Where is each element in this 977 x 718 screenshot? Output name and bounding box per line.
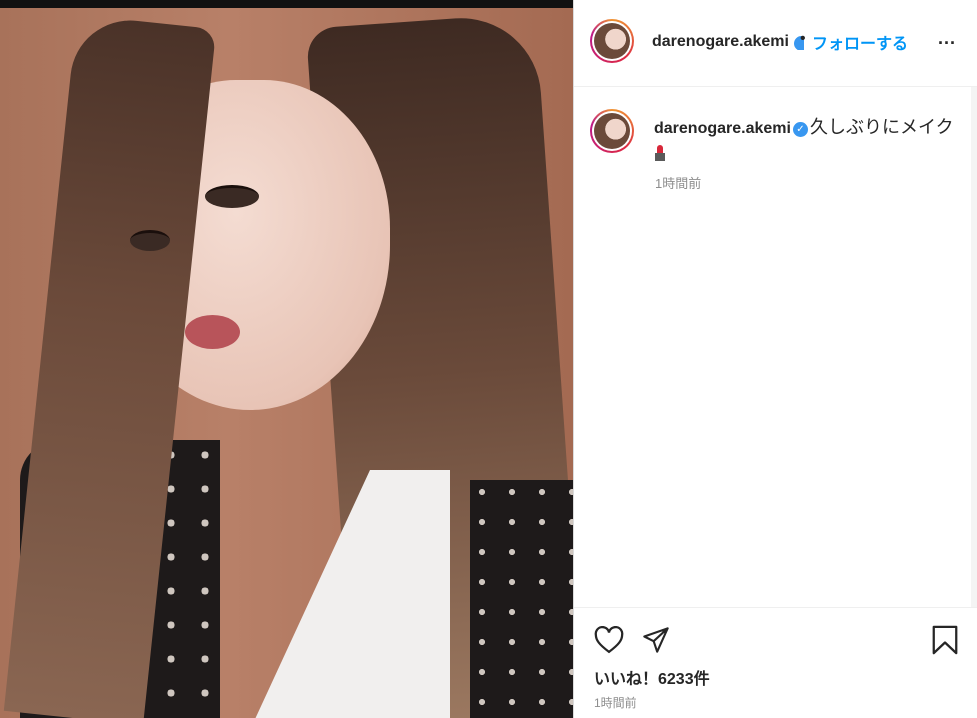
photo-eye [130, 230, 170, 251]
heart-icon[interactable] [594, 626, 624, 654]
photo-eye [205, 185, 259, 208]
bookmark-icon[interactable] [931, 625, 959, 655]
verified-badge-icon: ✓ [792, 122, 808, 137]
avatar[interactable] [590, 19, 634, 63]
comments-area: darenogare.akemi ✓ 久しぶりにメイク 1時間前 [574, 87, 977, 608]
caption-username[interactable]: darenogare.akemi [654, 120, 791, 137]
post-timestamp[interactable]: 1時間前 [594, 694, 637, 711]
photo-lips [185, 315, 240, 349]
header-username[interactable]: darenogare.akemi [652, 33, 789, 51]
post-side-panel: darenogare.akemi • フォローする ... darenogare… [573, 0, 977, 718]
lipstick-icon [654, 145, 666, 161]
post-header: darenogare.akemi • フォローする ... [574, 0, 977, 87]
caption: darenogare.akemi ✓ 久しぶりにメイク [654, 115, 954, 165]
more-options-icon[interactable]: ... [938, 28, 956, 49]
separator-dot: • [800, 30, 806, 47]
photo-dress-right [470, 480, 573, 718]
caption-avatar[interactable] [590, 109, 634, 153]
post-photo[interactable] [0, 0, 573, 718]
comments-scrollbar[interactable] [971, 87, 977, 607]
caption-timestamp[interactable]: 1時間前 [655, 173, 701, 192]
paper-plane-icon[interactable] [642, 626, 670, 654]
caption-text: 久しぶりにメイク [809, 117, 954, 137]
likes-count[interactable]: いいね！6233件 [594, 665, 710, 689]
follow-button[interactable]: フォローする [812, 30, 908, 54]
photo-top-edge [0, 0, 573, 8]
